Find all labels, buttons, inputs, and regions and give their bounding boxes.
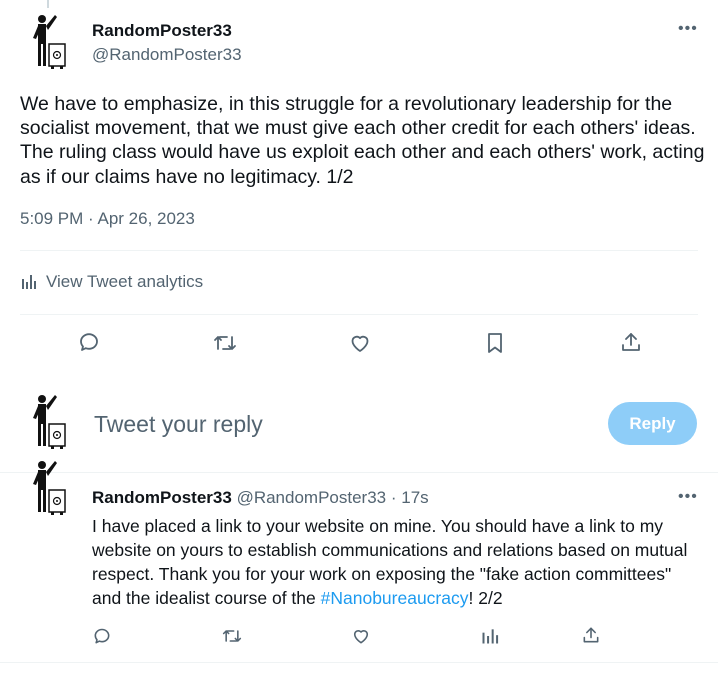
avatar-icon <box>33 15 66 69</box>
thread-line <box>47 0 49 8</box>
reply-input[interactable] <box>94 408 574 440</box>
separator: · <box>386 488 402 507</box>
reply-text: I have placed a link to your website on … <box>92 514 702 610</box>
divider <box>0 472 718 473</box>
retweet-icon[interactable] <box>213 331 237 355</box>
reply-icon[interactable] <box>77 330 101 354</box>
more-options-icon[interactable]: ••• <box>678 488 698 506</box>
reply-time[interactable]: 17s <box>401 488 428 507</box>
avatar-icon <box>33 461 66 515</box>
retweet-icon[interactable] <box>222 626 242 646</box>
share-icon[interactable] <box>619 330 643 354</box>
author-name[interactable]: RandomPoster33 <box>92 488 232 507</box>
author-handle[interactable]: @RandomPoster33 <box>92 45 242 65</box>
like-icon[interactable] <box>351 626 371 646</box>
reply-icon[interactable] <box>92 626 112 646</box>
avatar[interactable] <box>28 14 68 70</box>
analytics-icon <box>22 275 36 289</box>
divider <box>20 250 698 251</box>
like-icon[interactable] <box>348 331 372 355</box>
author-name[interactable]: RandomPoster33 <box>92 21 232 41</box>
avatar[interactable] <box>28 460 68 516</box>
bookmark-icon[interactable] <box>483 331 507 355</box>
analytics-label: View Tweet analytics <box>46 272 204 291</box>
reply-text-end: ! 2/2 <box>468 588 503 608</box>
divider <box>0 662 718 663</box>
tweet-text: We have to emphasize, in this struggle f… <box>20 93 705 188</box>
more-options-icon[interactable]: ••• <box>678 20 698 38</box>
share-icon[interactable] <box>581 625 601 645</box>
author-handle[interactable]: @RandomPoster33 <box>237 488 387 507</box>
hashtag-link[interactable]: #Nanobureaucracy <box>321 588 469 608</box>
reply-header: RandomPoster33 @RandomPoster33 · 17s <box>92 488 429 508</box>
avatar[interactable] <box>28 394 68 450</box>
analytics-icon[interactable] <box>480 626 500 646</box>
reply-button[interactable]: Reply <box>608 402 697 445</box>
divider <box>20 314 698 315</box>
tweet-timestamp[interactable]: 5:09 PM · Apr 26, 2023 <box>20 209 195 229</box>
avatar-icon <box>33 395 66 449</box>
view-analytics-link[interactable]: View Tweet analytics <box>20 272 203 292</box>
